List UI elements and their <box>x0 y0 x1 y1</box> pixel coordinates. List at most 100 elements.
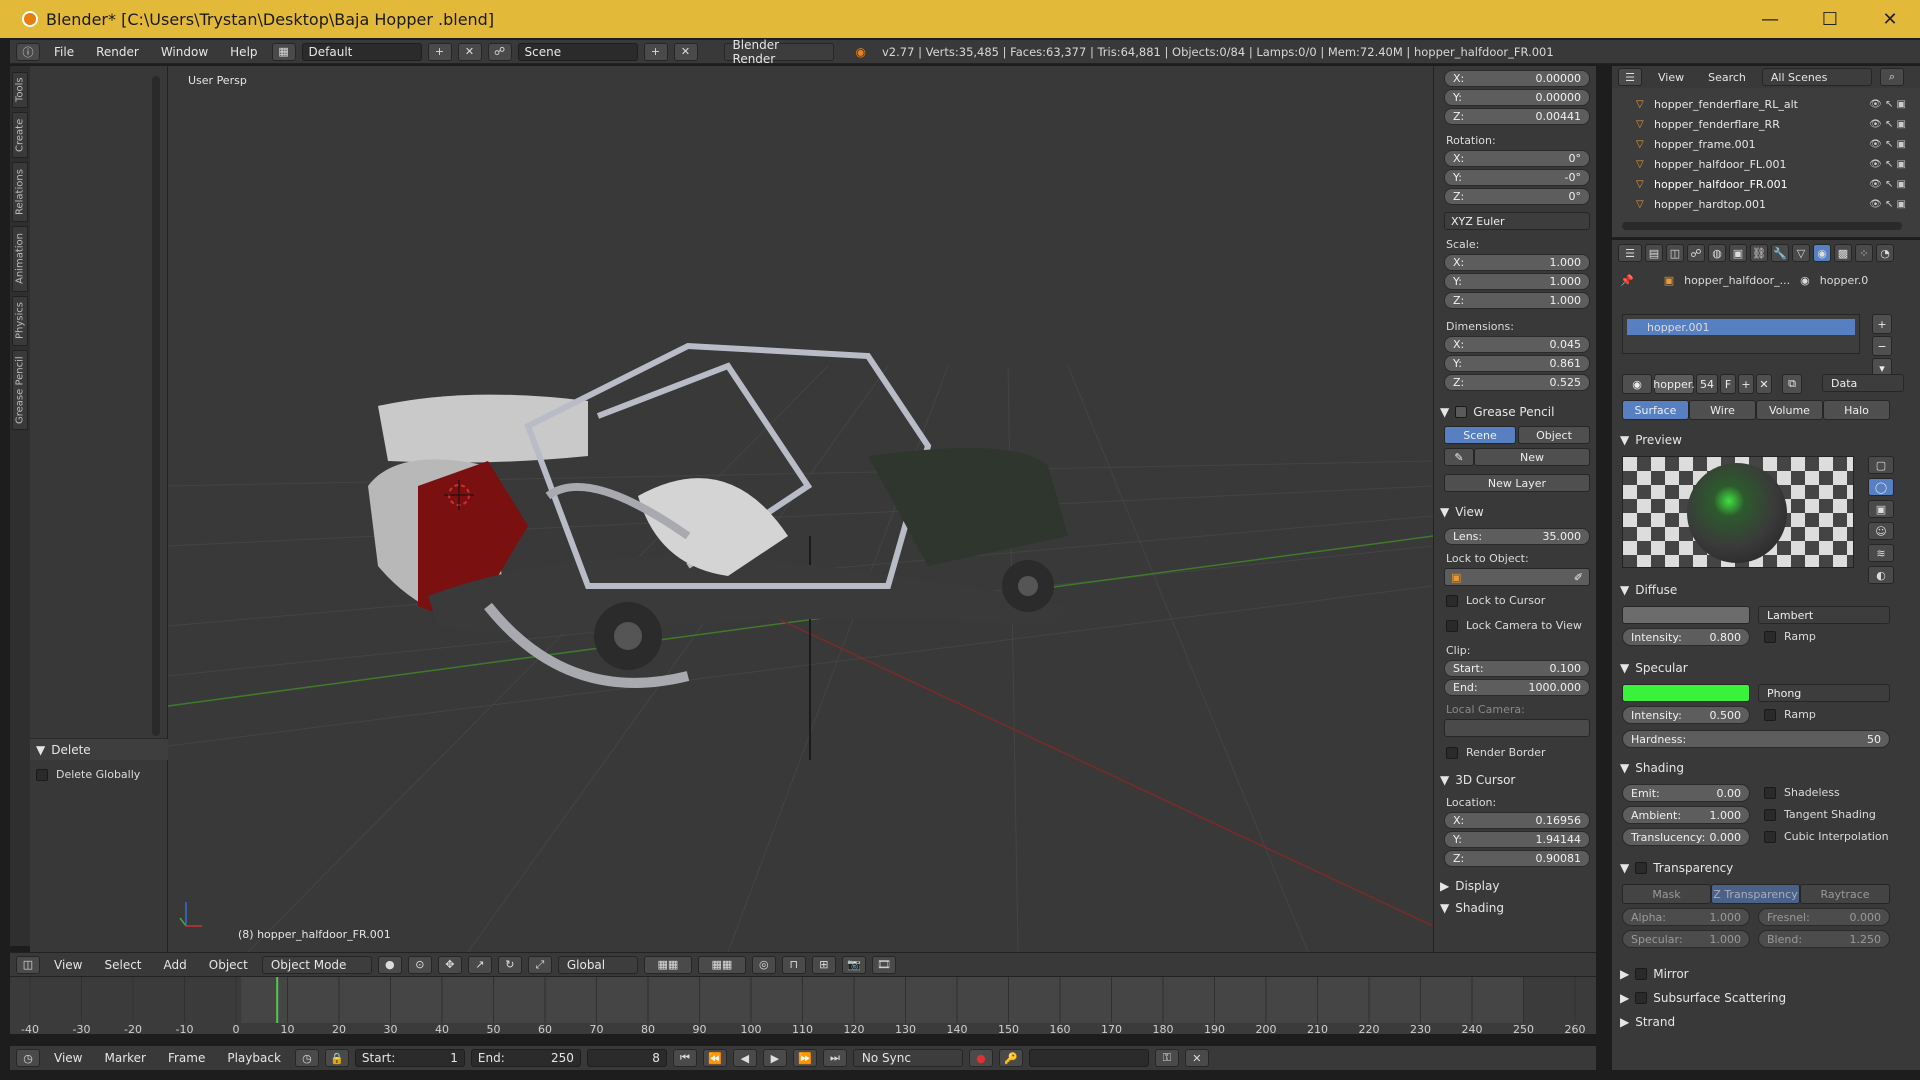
keying-set-icon[interactable]: 🔑 <box>998 1049 1023 1067</box>
display-mode-dropdown[interactable]: All Scenes <box>1761 68 1872 86</box>
manipulator-icon[interactable]: ✥ <box>437 955 462 974</box>
timeline-menu-marker[interactable]: Marker <box>96 1051 153 1065</box>
outliner-hscrollbar[interactable] <box>1622 222 1902 230</box>
scale-z-field[interactable]: Z: 1.000 <box>1444 292 1590 309</box>
transp-mask-button[interactable]: Mask <box>1622 884 1711 904</box>
play-reverse-icon[interactable]: ◀ <box>732 1049 757 1067</box>
preview-range-icon[interactable]: ◷ <box>294 1049 319 1067</box>
lock-camera-checkbox[interactable] <box>1446 619 1458 632</box>
tab-surface[interactable]: Surface <box>1622 400 1689 420</box>
diffuse-intensity-field[interactable]: Intensity: 0.800 <box>1622 628 1750 646</box>
diffuse-panel-header[interactable]: ▼ Diffuse <box>1620 580 1910 600</box>
record-icon[interactable]: ● <box>968 1049 993 1067</box>
specular-color-swatch[interactable] <box>1622 684 1750 702</box>
modifiers-tab-icon[interactable]: 🔧 <box>1771 244 1789 262</box>
list-item[interactable]: ▽ hopper_fenderflare_RR 👁 ↖ ▣ <box>1636 114 1906 134</box>
rotation-y-field[interactable]: Y: -0° <box>1444 169 1590 186</box>
screen-layout-icon[interactable]: ▦ <box>271 42 296 61</box>
physics-tab-icon[interactable]: ◔ <box>1876 244 1894 262</box>
keying-set-field[interactable] <box>1028 1049 1149 1067</box>
add-scene-icon[interactable]: + <box>643 42 668 61</box>
visibility-icons[interactable]: 👁 ↖ ▣ <box>1869 99 1906 110</box>
sync-mode-dropdown[interactable]: No Sync <box>852 1049 963 1067</box>
tangent-shading-row[interactable]: Tangent Shading <box>1764 808 1876 821</box>
diffuse-ramp-row[interactable]: Ramp <box>1764 630 1816 643</box>
mirror-checkbox[interactable] <box>1635 968 1648 980</box>
browse-slot-icon[interactable]: ⧉ <box>1782 374 1802 394</box>
snap-element-icon[interactable]: ⊞ <box>811 955 836 974</box>
gp-new-layer-button[interactable]: New Layer <box>1444 474 1590 492</box>
specular-shader-dropdown[interactable]: Phong <box>1758 684 1890 702</box>
scene-layers-2-icon[interactable]: ▦▦ <box>697 955 746 974</box>
viewport-menu-select[interactable]: Select <box>96 958 149 972</box>
scale-y-field[interactable]: Y: 1.000 <box>1444 273 1590 290</box>
3d-viewport[interactable]: User Persp (8) hopper_halfdoor_FR.001 <box>168 66 1433 952</box>
visibility-icons[interactable]: 👁 ↖ ▣ <box>1869 199 1906 210</box>
fake-user-button[interactable]: F <box>1720 374 1736 394</box>
transform-orientation-dropdown[interactable]: Global <box>557 955 638 974</box>
scene-layers-icon[interactable]: ▦▦ <box>643 955 692 974</box>
cursor-panel-header[interactable]: ▼ 3D Cursor <box>1440 770 1590 790</box>
gp-scene-button[interactable]: Scene <box>1444 426 1516 444</box>
diffuse-color-swatch[interactable] <box>1622 606 1750 624</box>
menu-window[interactable]: Window <box>153 45 216 59</box>
particles-tab-icon[interactable]: ⁘ <box>1855 244 1873 262</box>
viewport-shading-icon[interactable]: ● <box>377 955 402 974</box>
insert-keyframe-icon[interactable]: ⚿ <box>1154 1049 1179 1067</box>
new-material-icon[interactable]: + <box>1738 374 1754 394</box>
world-tab-icon[interactable]: ◍ <box>1708 244 1726 262</box>
render-border-checkbox[interactable] <box>1446 746 1458 759</box>
specular-panel-header[interactable]: ▼ Specular <box>1620 658 1910 678</box>
list-item[interactable]: ▽ hopper_fenderflare_RL_alt 👁 ↖ ▣ <box>1636 94 1906 114</box>
alpha-field[interactable]: Alpha: 1.000 <box>1622 908 1750 926</box>
gp-new-button[interactable]: New <box>1474 448 1590 466</box>
tool-shelf-scrollbar[interactable] <box>152 76 160 736</box>
location-z-field[interactable]: Z: 0.00441 <box>1444 108 1590 125</box>
translucency-field[interactable]: Translucency: 0.000 <box>1622 828 1750 846</box>
tab-grease-pencil[interactable]: Grease Pencil <box>12 350 28 430</box>
sss-panel-header[interactable]: ▶ Subsurface Scattering <box>1620 988 1910 1008</box>
lens-field[interactable]: Lens: 35.000 <box>1444 528 1590 545</box>
translate-icon[interactable]: ↗ <box>467 955 492 974</box>
specular-ramp-row[interactable]: Ramp <box>1764 708 1816 721</box>
preview-panel-header[interactable]: ▼ Preview <box>1620 430 1910 450</box>
scale-x-field[interactable]: X: 1.000 <box>1444 254 1590 271</box>
pivot-point-icon[interactable]: ⊙ <box>407 955 432 974</box>
material-name-field[interactable]: hopper. <box>1653 374 1695 394</box>
menu-help[interactable]: Help <box>222 45 265 59</box>
remove-layout-icon[interactable]: ✕ <box>457 42 482 61</box>
current-frame-field[interactable]: 8 <box>586 1049 667 1067</box>
layers-tab-icon[interactable]: ◫ <box>1666 244 1684 262</box>
gp-object-button[interactable]: Object <box>1518 426 1590 444</box>
add-layout-icon[interactable]: + <box>427 42 452 61</box>
lock-range-icon[interactable]: 🔒 <box>324 1049 349 1067</box>
shadeless-checkbox[interactable] <box>1764 786 1776 799</box>
play-icon[interactable]: ▶ <box>762 1049 787 1067</box>
unlink-material-icon[interactable]: ✕ <box>1756 374 1772 394</box>
emit-field[interactable]: Emit: 0.00 <box>1622 784 1750 802</box>
material-slot-item[interactable]: hopper.001 <box>1627 319 1855 335</box>
material-users-count[interactable]: 54 <box>1696 374 1718 394</box>
material-browse-icon[interactable]: ◉ <box>1622 374 1652 394</box>
fresnel-field[interactable]: Fresnel: 0.000 <box>1758 908 1890 926</box>
preview-flat-icon[interactable]: ▢ <box>1868 456 1894 474</box>
list-item[interactable]: ▽ hopper_hardtop.001 👁 ↖ ▣ <box>1636 194 1906 214</box>
location-x-field[interactable]: X: 0.00000 <box>1444 70 1590 87</box>
shading-panel-header[interactable]: ▼ Shading <box>1440 898 1590 918</box>
interaction-mode-dropdown[interactable]: Object Mode <box>261 955 372 974</box>
viewport-menu-add[interactable]: Add <box>156 958 195 972</box>
timeline-menu-view[interactable]: View <box>46 1051 90 1065</box>
cursor-y-field[interactable]: Y: 1.94144 <box>1444 831 1590 848</box>
menu-render[interactable]: Render <box>88 45 147 59</box>
editor-type-info-icon[interactable]: ⓘ <box>16 42 40 61</box>
snap-icon[interactable]: ⊓ <box>781 955 806 974</box>
visibility-icons[interactable]: 👁 ↖ ▣ <box>1869 179 1906 190</box>
lock-camera-row[interactable]: Lock Camera to View <box>1446 619 1582 632</box>
delete-keyframe-icon[interactable]: ✕ <box>1184 1049 1209 1067</box>
scale-icon[interactable]: ⤢ <box>527 955 552 974</box>
rotate-icon[interactable]: ↻ <box>497 955 522 974</box>
diffuse-ramp-checkbox[interactable] <box>1764 630 1776 643</box>
scene-icon[interactable]: ☍ <box>487 42 512 61</box>
outliner-editor-icon[interactable]: ☰ <box>1618 68 1642 86</box>
preview-hair-icon[interactable]: ≋ <box>1868 544 1894 562</box>
